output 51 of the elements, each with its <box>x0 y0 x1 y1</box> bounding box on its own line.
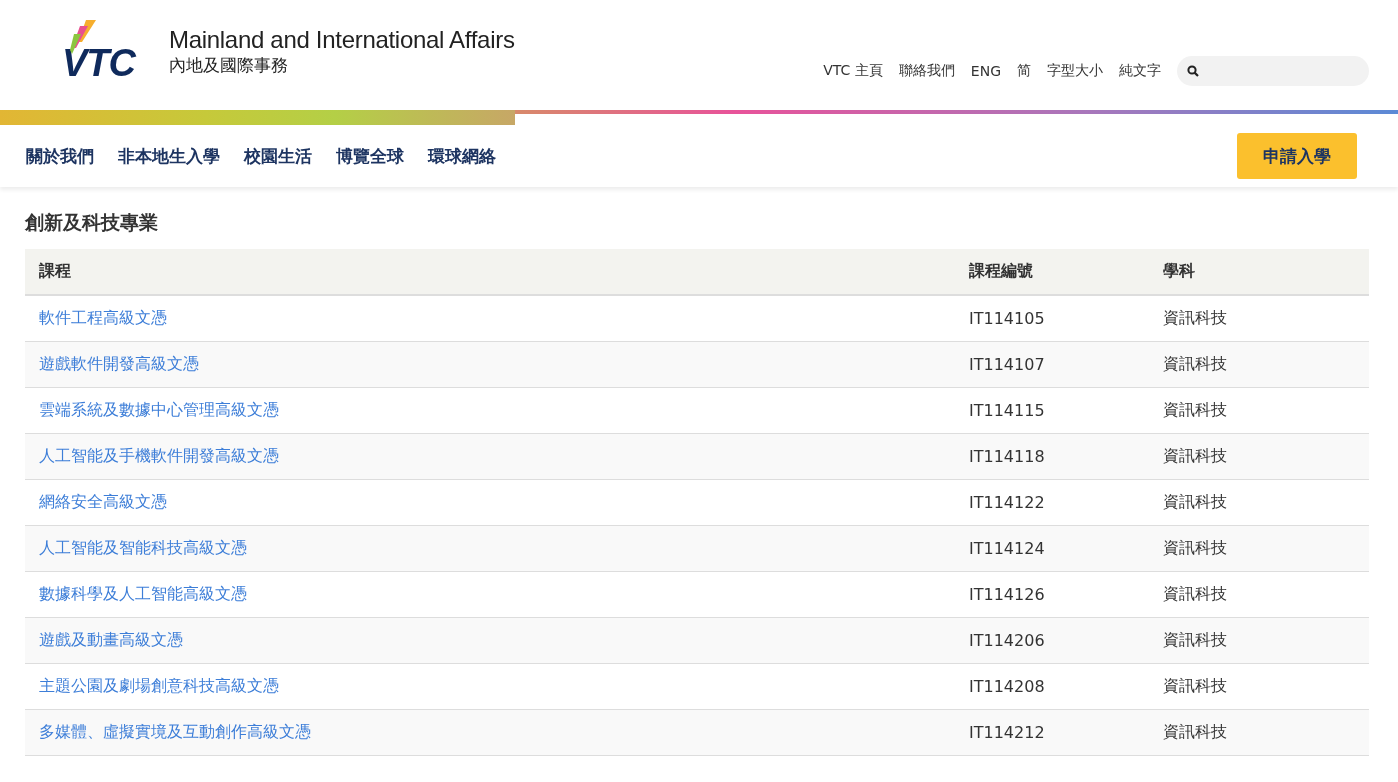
top-link[interactable]: VTC 主頁 <box>823 62 883 80</box>
column-header: 課程 <box>25 249 955 295</box>
course-link[interactable]: 人工智能及手機軟件開發高級文憑 <box>39 446 279 465</box>
top-link[interactable]: 聯絡我們 <box>898 62 955 80</box>
site-title: Mainland and International Affairs <box>169 25 515 54</box>
top-link[interactable]: ENG <box>970 63 1001 79</box>
search-field[interactable] <box>1177 56 1369 86</box>
course-link[interactable]: 人工智能及智能科技高級文憑 <box>39 538 247 557</box>
table-cell: IT114105 <box>955 295 1149 342</box>
course-link[interactable]: 遊戲軟件開發高級文憑 <box>39 354 199 373</box>
table-cell: 資訊科技 <box>1149 571 1369 618</box>
table-cell: 資訊科技 <box>1149 525 1369 572</box>
table-cell: IT114124 <box>955 525 1149 572</box>
course-link[interactable]: 網絡安全高級文憑 <box>39 492 167 511</box>
table-cell: 資訊科技 <box>1149 709 1369 756</box>
course-link[interactable]: 雲端系統及數據中心管理高級文憑 <box>39 400 279 419</box>
nav-item[interactable]: 博覽全球 <box>336 144 404 168</box>
section-heading: 創新及科技專業 <box>25 210 159 235</box>
nav-item[interactable]: 關於我們 <box>26 144 94 168</box>
top-link[interactable]: 字型大小 <box>1047 62 1103 80</box>
table-cell: 資訊科技 <box>1149 295 1369 342</box>
vtc-logo[interactable]: VTC <box>62 20 135 82</box>
top-link[interactable]: 简 <box>1017 62 1031 80</box>
table-cell: IT114126 <box>955 571 1149 618</box>
table-cell: IT114212 <box>955 709 1149 756</box>
table-cell: IT114115 <box>955 387 1149 434</box>
course-link[interactable]: 多媒體、虛擬實境及互動創作高級文憑 <box>39 722 311 741</box>
table-cell: 資訊科技 <box>1149 387 1369 434</box>
site-subtitle: 內地及國際事務 <box>169 53 289 77</box>
table-cell: 資訊科技 <box>1149 663 1369 710</box>
nav-item[interactable]: 校園生活 <box>244 144 312 168</box>
table-cell: IT114206 <box>955 617 1149 664</box>
table-cell: 資訊科技 <box>1149 341 1369 388</box>
search-icon <box>1187 65 1199 77</box>
apply-button[interactable]: 申請入學 <box>1237 133 1357 179</box>
table-cell: IT114122 <box>955 479 1149 526</box>
course-link[interactable]: 遊戲及動畫高級文憑 <box>39 630 183 649</box>
nav-item[interactable]: 環球網絡 <box>428 144 496 168</box>
column-header: 學科 <box>1149 249 1369 295</box>
table-cell: 資訊科技 <box>1149 617 1369 664</box>
top-link[interactable]: 純文字 <box>1119 62 1161 80</box>
course-link[interactable]: 軟件工程高級文憑 <box>39 308 167 327</box>
table-cell: IT114208 <box>955 663 1149 710</box>
nav-item[interactable]: 非本地生入學 <box>118 144 220 168</box>
table-cell: 資訊科技 <box>1149 433 1369 480</box>
table-cell: IT114118 <box>955 433 1149 480</box>
table-cell: 資訊科技 <box>1149 479 1369 526</box>
column-header: 課程編號 <box>955 249 1149 295</box>
table-cell: IT114107 <box>955 341 1149 388</box>
course-link[interactable]: 主題公園及劇場創意科技高級文憑 <box>39 676 279 695</box>
course-link[interactable]: 數據科學及人工智能高級文憑 <box>39 584 247 603</box>
